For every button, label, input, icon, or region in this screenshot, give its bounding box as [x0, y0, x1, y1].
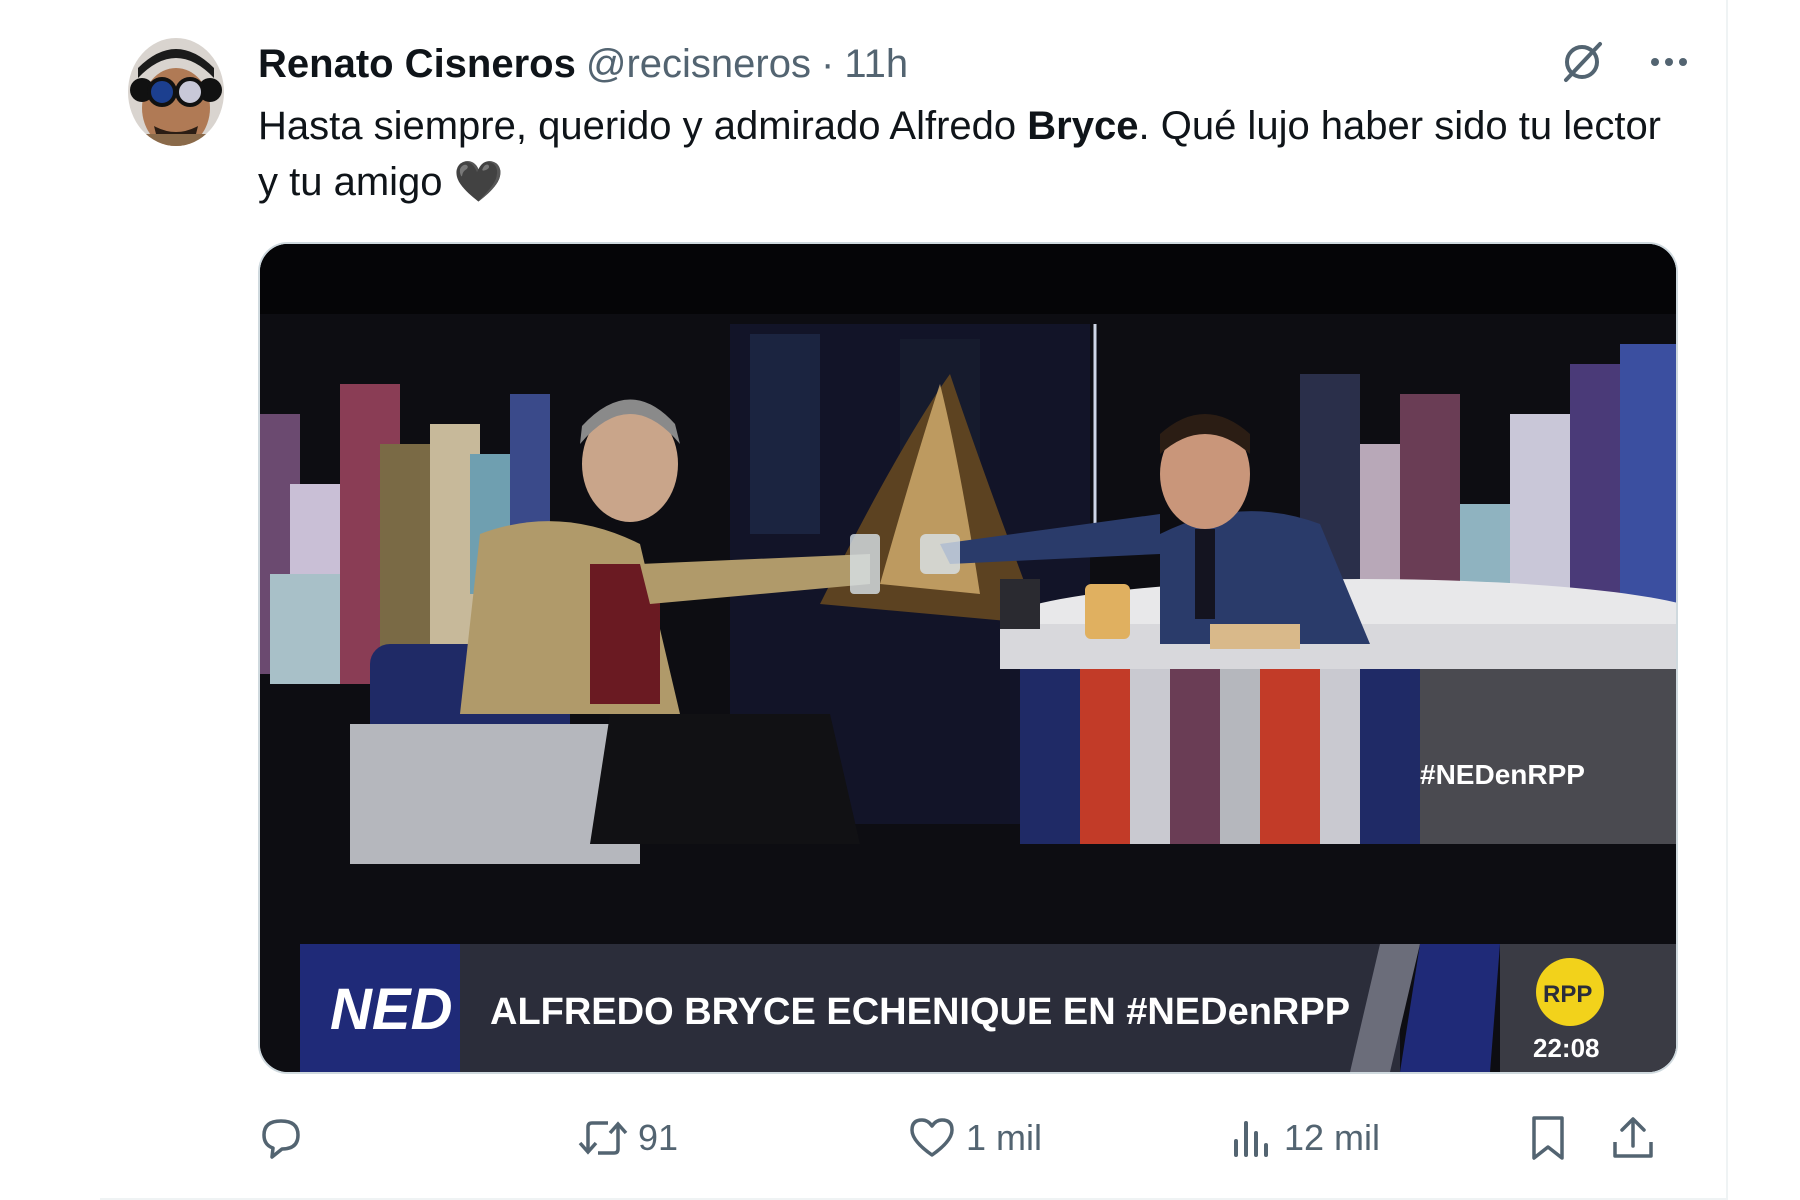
tweet-text-bold: Bryce — [1027, 104, 1139, 148]
tweet-header: Renato Cisneros @recisneros · 11h — [258, 38, 908, 90]
heart-icon — [908, 1115, 956, 1161]
tweet-text: Hasta siempre, querido y admirado Alfred… — [258, 98, 1678, 210]
reply-icon — [258, 1115, 304, 1161]
avatar[interactable] — [128, 38, 224, 146]
author-name[interactable]: Renato Cisneros — [258, 42, 576, 87]
tweet-text-part1: Hasta siempre, querido y admirado Alfred… — [258, 104, 1028, 148]
tweet-card[interactable]: Renato Cisneros @recisneros · 11h Hasta … — [100, 0, 1728, 1200]
hashtag-overlay: #NEDenRPP — [1420, 759, 1585, 790]
black-heart-emoji: 🖤 — [453, 160, 504, 204]
author-handle[interactable]: @recisneros — [586, 42, 811, 87]
reply-button[interactable] — [258, 1108, 314, 1168]
timestamp[interactable]: 11h — [844, 42, 908, 87]
rpp-logo: RPP — [1543, 981, 1592, 1008]
bookmark-button[interactable] — [1526, 1108, 1570, 1168]
slashed-circle-icon[interactable] — [1558, 38, 1606, 86]
bookmark-icon — [1526, 1114, 1570, 1162]
views-button[interactable]: 12 mil — [1228, 1108, 1380, 1168]
more-dots-icon[interactable] — [1648, 41, 1690, 83]
tweet-top-actions — [1558, 38, 1690, 86]
retweet-button[interactable]: 91 — [578, 1108, 678, 1168]
share-icon — [1610, 1114, 1656, 1162]
like-button[interactable]: 1 mil — [908, 1108, 1042, 1168]
like-count: 1 mil — [966, 1117, 1043, 1158]
share-button[interactable] — [1610, 1108, 1656, 1168]
views-count: 12 mil — [1284, 1117, 1381, 1158]
tweet-media-video[interactable]: #NEDenRPP NED ALFREDO BRYCE ECHENIQUE EN… — [258, 242, 1678, 1074]
retweet-count: 91 — [638, 1117, 679, 1158]
retweet-icon — [578, 1115, 628, 1161]
broadcast-clock: 22:08 — [1533, 1033, 1600, 1063]
tweet-actions: 91 1 mil 12 mil — [258, 1108, 1678, 1168]
ned-logo: NED — [330, 977, 452, 1042]
views-icon — [1228, 1115, 1274, 1161]
separator-dot: · — [820, 41, 835, 86]
lower-third-title: ALFREDO BRYCE ECHENIQUE EN #NEDenRPP — [490, 991, 1350, 1033]
